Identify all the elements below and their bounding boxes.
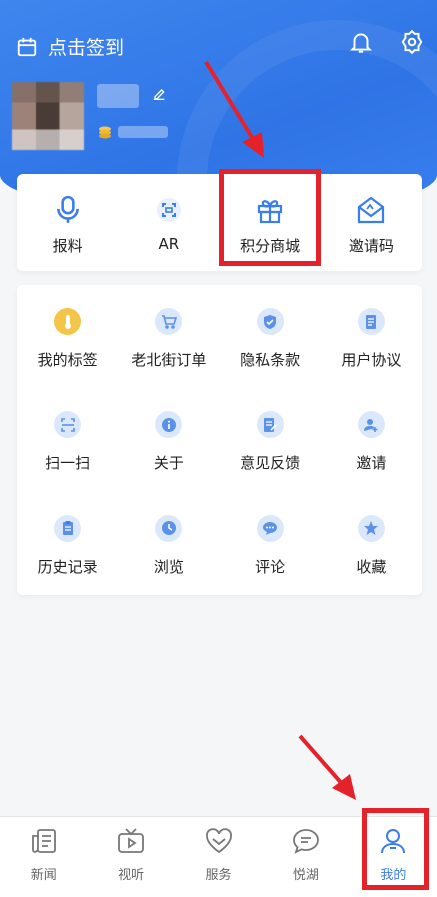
tag-icon: [54, 308, 82, 335]
tab-label: 新闻: [30, 868, 57, 883]
grid-item-feedback[interactable]: 意见反馈: [220, 388, 321, 491]
scan-frame-icon: [156, 198, 181, 222]
grid-item-label: 历史记录: [37, 557, 98, 576]
scan-icon: [54, 411, 82, 439]
document-icon: [357, 308, 385, 335]
tab-yuehu[interactable]: 悦湖: [262, 817, 349, 897]
grid-item-about[interactable]: 关于: [118, 388, 219, 491]
grid-item-label: 老北街订单: [131, 351, 207, 369]
annotation-highlight-box: [362, 808, 429, 890]
username-redacted: [97, 84, 139, 108]
grid-item-label: 扫一扫: [45, 454, 91, 473]
tab-media[interactable]: 视听: [87, 817, 174, 897]
quick-action-report[interactable]: 报料: [17, 174, 118, 271]
grid-item-comments[interactable]: 评论: [220, 492, 321, 595]
grid-item-label: 邀请: [356, 454, 387, 473]
shield-icon: [256, 308, 284, 335]
grid-item-label: 评论: [255, 557, 286, 576]
grid-item-browse[interactable]: 浏览: [118, 492, 219, 595]
star-icon: [357, 514, 385, 542]
microphone-icon: [56, 195, 79, 223]
tab-services[interactable]: 服务: [175, 817, 262, 897]
feedback-icon: [256, 411, 284, 439]
grid-item-label: 隐私条款: [240, 351, 301, 369]
grid-item-scan[interactable]: 扫一扫: [17, 388, 118, 491]
calendar-icon: [17, 37, 37, 56]
info-icon: [155, 411, 183, 439]
checkin-button[interactable]: 点击签到: [16, 33, 124, 60]
cart-icon: [155, 308, 183, 335]
heart-icon: [205, 828, 232, 854]
grid-item-label: 收藏: [356, 557, 387, 576]
grid-item-label: 我的标签: [37, 351, 98, 369]
grid-item-invite[interactable]: 邀请: [321, 388, 422, 491]
annotation-highlight-box: [219, 169, 321, 266]
bell-icon[interactable]: [348, 29, 374, 55]
tab-label: 服务: [205, 868, 232, 883]
avatar[interactable]: [12, 82, 84, 150]
add-user-icon: [357, 411, 385, 439]
grid-item-label: 意见反馈: [240, 454, 301, 473]
grid-item-user-agreement[interactable]: 用户协议: [321, 285, 422, 388]
tv-icon: [118, 828, 145, 853]
grid-item-label: 关于: [153, 454, 184, 473]
grid-item-label: 浏览: [153, 557, 184, 576]
grid-item-favorites[interactable]: 收藏: [321, 492, 422, 595]
quick-action-label: 报料: [52, 237, 83, 255]
news-icon: [31, 829, 56, 853]
points-redacted: [118, 126, 168, 138]
quick-action-label: 邀请码: [348, 237, 394, 255]
edit-icon[interactable]: [151, 86, 167, 102]
chat-icon: [256, 514, 284, 542]
quick-action-invite-code[interactable]: 邀请码: [321, 174, 422, 271]
tab-label: 悦湖: [292, 868, 319, 883]
checkin-label: 点击签到: [48, 37, 125, 59]
quick-action-label: AR: [158, 235, 180, 253]
grid-item-history[interactable]: 历史记录: [17, 492, 118, 595]
grid-item-orders[interactable]: 老北街订单: [118, 285, 219, 388]
tab-news[interactable]: 新闻: [0, 817, 87, 897]
clock-icon: [155, 514, 183, 542]
gear-icon[interactable]: [399, 29, 425, 55]
grid-item-label: 用户协议: [341, 351, 402, 369]
quick-action-ar[interactable]: AR: [118, 174, 219, 271]
annotation-arrow: [204, 60, 264, 158]
grid-item-my-tags[interactable]: 我的标签: [17, 285, 118, 388]
coin-icon: [99, 126, 111, 139]
annotation-arrow: [298, 734, 356, 800]
chat-bubble-icon: [293, 829, 319, 854]
grid-item-privacy[interactable]: 隐私条款: [220, 285, 321, 388]
feature-grid: 我的标签 老北街订单 隐私条款 用户协议 扫一扫 关于 意见反馈 邀请 历史记录…: [17, 285, 422, 595]
tab-label: 视听: [118, 868, 145, 883]
clipboard-icon: [54, 514, 82, 542]
envelope-icon: [358, 196, 385, 224]
